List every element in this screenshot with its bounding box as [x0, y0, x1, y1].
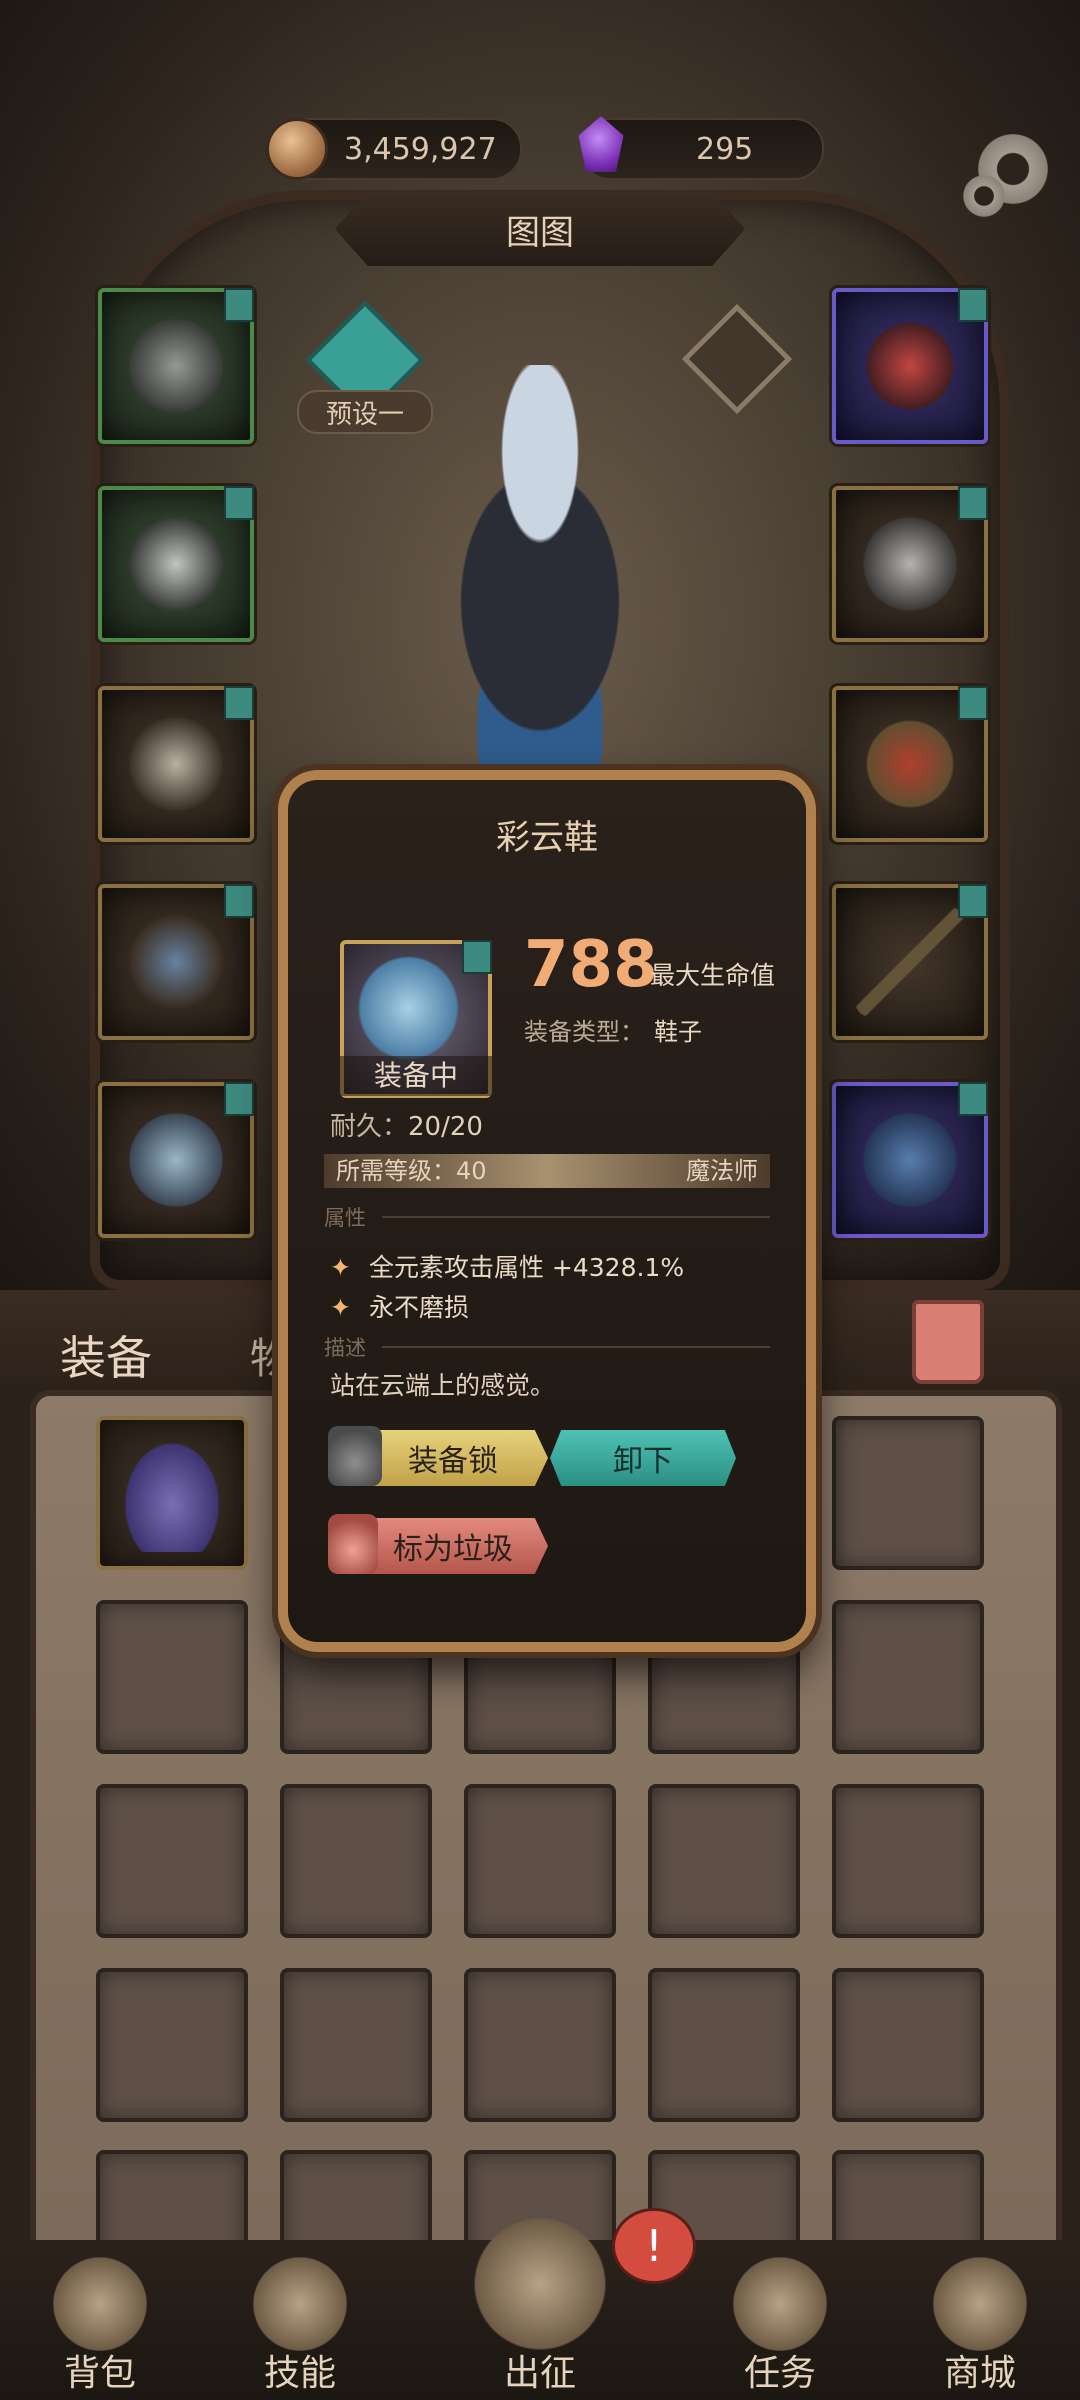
section-attributes: 属性: [324, 1202, 770, 1232]
slot-shield[interactable]: [832, 1082, 988, 1238]
main-stat-label: 最大生命值: [650, 961, 776, 990]
gold-amount: 3,459,927: [344, 131, 497, 167]
boots-icon: [358, 956, 470, 1072]
inventory-cell[interactable]: [280, 1968, 432, 2122]
inventory-cell[interactable]: [832, 1600, 984, 1754]
nav-shop[interactable]: 商城: [890, 2240, 1070, 2400]
equipped-tag-icon: [224, 288, 254, 322]
ring-icon: [856, 710, 964, 818]
equipped-tag-icon: [224, 884, 254, 918]
inventory-cell[interactable]: [96, 1416, 248, 1570]
scroll-icon: [730, 2254, 830, 2354]
main-stat-value: 788: [524, 928, 658, 1002]
settings-gear-icon[interactable]: [960, 130, 1052, 220]
slot-belt[interactable]: [98, 884, 254, 1040]
coin-icon: [266, 118, 328, 180]
belt-icon: [122, 908, 230, 1016]
character-portrait: [395, 365, 685, 795]
padlock-icon: [328, 1426, 382, 1486]
equipped-tag-icon: [462, 940, 492, 974]
requirement-bar: 所需等级：40 魔法师: [324, 1154, 770, 1188]
trash-tag-icon: [328, 1514, 378, 1574]
attribute-text: 全元素攻击属性 +4328.1%: [368, 1253, 685, 1282]
equipment-type: 装备类型： 鞋子: [524, 1012, 702, 1047]
type-value: 鞋子: [654, 1018, 702, 1046]
page-title: 图图: [335, 192, 745, 266]
item-description: 站在云端上的感觉。: [330, 1371, 556, 1400]
sparkle-icon: ✦: [330, 1253, 351, 1282]
attribute-row: ✦ 永不磨损: [330, 1288, 469, 1324]
slot-shoulder[interactable]: [832, 486, 988, 642]
equipped-tag-icon: [958, 288, 988, 322]
shop-crown-icon: [930, 2254, 1030, 2354]
equipped-tag-icon: [958, 1082, 988, 1116]
slot-boots[interactable]: [98, 1082, 254, 1238]
type-label: 装备类型：: [524, 1018, 644, 1046]
nav-expedition[interactable]: 出征: [450, 2214, 630, 2400]
inventory-cell[interactable]: [96, 1784, 248, 1938]
nav-skills[interactable]: 技能: [210, 2240, 390, 2400]
required-level: 所需等级：40: [336, 1157, 487, 1185]
inventory-cell[interactable]: [832, 1416, 984, 1570]
required-class: 魔法师: [686, 1157, 758, 1185]
inventory-cell[interactable]: [464, 1784, 616, 1938]
alert-badge-icon: !: [612, 2208, 696, 2284]
armor-icon: [122, 510, 230, 618]
slot-gloves[interactable]: [98, 686, 254, 842]
inventory-cell[interactable]: [832, 1968, 984, 2122]
slot-headgear[interactable]: [98, 288, 254, 444]
inventory-cell[interactable]: [648, 1784, 800, 1938]
item-detail-popup: 彩云鞋 装备中 788 最大生命值 装备类型： 鞋子 耐久：20/20 所需等级：…: [278, 770, 816, 1652]
slot-ring[interactable]: [832, 686, 988, 842]
inventory-cell[interactable]: [464, 1968, 616, 2122]
gloves-icon: [122, 710, 230, 818]
shield-icon: [856, 1106, 964, 1214]
sparkle-icon: ✦: [330, 1293, 351, 1322]
skill-book-icon: [250, 2254, 350, 2354]
gem-currency[interactable]: 295: [578, 116, 824, 180]
equipped-tag-icon: [958, 686, 988, 720]
equipped-tag-icon: [224, 1082, 254, 1116]
gem-amount: 295: [696, 131, 754, 167]
inventory-cell[interactable]: [832, 1784, 984, 1938]
durability-value: 20/20: [408, 1112, 483, 1142]
equipped-tag-icon: [224, 686, 254, 720]
nav-label: 任务: [743, 2353, 816, 2394]
inventory-cell[interactable]: [96, 1968, 248, 2122]
nav-backpack[interactable]: 背包: [10, 2240, 190, 2400]
unequip-button[interactable]: 卸下: [550, 1430, 736, 1486]
nav-label: 技能: [263, 2353, 336, 2394]
attribute-text: 永不磨损: [368, 1293, 469, 1322]
nav-label: 出征: [503, 2353, 576, 2394]
equipped-tag-icon: [958, 486, 988, 520]
slot-armor[interactable]: [98, 486, 254, 642]
equipped-tag-icon: [224, 486, 254, 520]
headgear-icon: [122, 312, 230, 420]
robe-icon: [118, 1434, 226, 1552]
shoulder-icon: [856, 510, 964, 618]
slot-necklace[interactable]: [832, 288, 988, 444]
inventory-cell[interactable]: [96, 1600, 248, 1754]
inventory-cell[interactable]: [280, 1784, 432, 1938]
item-name: 彩云鞋: [496, 818, 598, 858]
backpack-icon: [50, 2254, 150, 2354]
inventory-cell[interactable]: [648, 1968, 800, 2122]
nav-quests[interactable]: 任务: [690, 2240, 870, 2400]
slot-weapon[interactable]: [832, 884, 988, 1040]
staff-icon: [856, 908, 964, 1016]
boots-icon: [122, 1106, 230, 1214]
durability: 耐久：20/20: [330, 1106, 483, 1143]
necklace-icon: [856, 312, 964, 420]
nav-label: 商城: [943, 2353, 1016, 2394]
gold-currency[interactable]: 3,459,927: [266, 118, 522, 180]
section-description: 描述: [324, 1332, 770, 1362]
attribute-row: ✦ 全元素攻击属性 +4328.1%: [330, 1248, 684, 1284]
durability-label: 耐久：: [330, 1112, 409, 1142]
nav-label: 背包: [63, 2353, 136, 2394]
equipped-status: 装备中: [340, 1056, 492, 1096]
expedition-map-icon: [470, 2214, 610, 2354]
equipped-tag-icon: [958, 884, 988, 918]
trash-bin-icon[interactable]: [912, 1300, 984, 1384]
